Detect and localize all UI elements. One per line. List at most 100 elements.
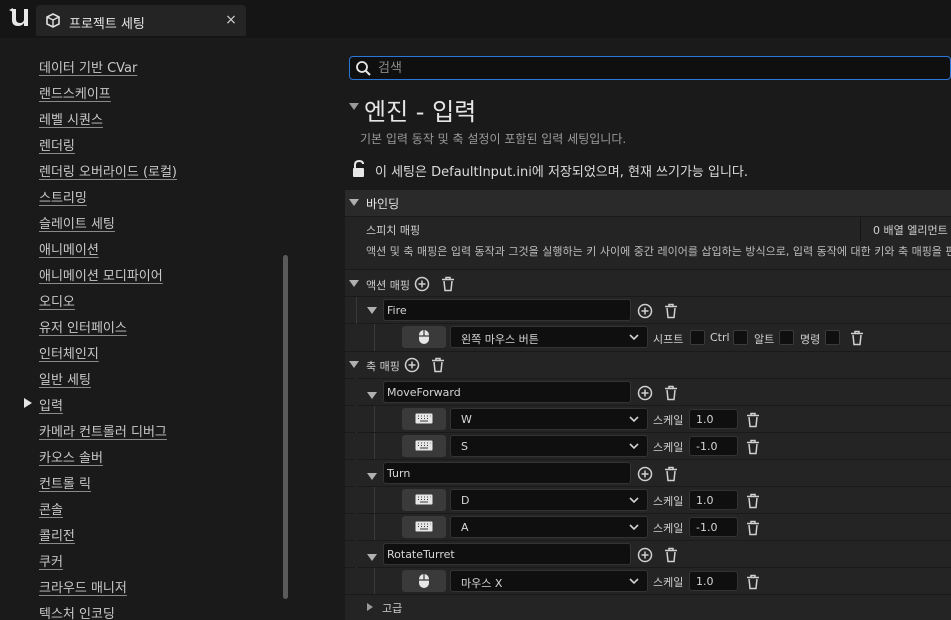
sidebar-item[interactable]: 레벨 시퀀스 [39, 109, 103, 128]
collapse-caret-icon[interactable] [367, 307, 377, 315]
key-selector-button[interactable] [402, 489, 446, 511]
key-dropdown[interactable]: S [450, 435, 648, 457]
sidebar-item[interactable]: 콘솔 [39, 499, 63, 518]
delete-icon[interactable] [745, 520, 761, 536]
key-dropdown[interactable]: W [450, 408, 648, 430]
search-box[interactable] [349, 56, 951, 80]
tree-line [374, 324, 375, 351]
key-dropdown[interactable]: 마우스 X [450, 570, 648, 592]
add-icon[interactable] [637, 385, 653, 401]
page-description: 기본 입력 동작 및 축 설정이 포함된 입력 세팅입니다. [360, 132, 627, 146]
sidebar-item[interactable]: 애니메이션 모디파이어 [39, 265, 163, 284]
sidebar-item[interactable]: 입력 [39, 395, 63, 414]
sidebar-item[interactable]: 유저 인터페이스 [39, 317, 127, 336]
delete-icon[interactable] [663, 303, 679, 319]
collapse-caret-icon[interactable] [367, 470, 377, 480]
key-selector-button[interactable] [402, 570, 446, 592]
delete-icon[interactable] [745, 493, 761, 509]
delete-icon[interactable] [440, 276, 456, 292]
delete-icon[interactable] [745, 439, 761, 455]
key-selector-button[interactable] [402, 326, 446, 348]
key-dropdown-value: D [461, 494, 470, 507]
scale-input[interactable]: 1.0 [689, 571, 738, 591]
advanced-row[interactable] [345, 595, 951, 620]
tree-line [374, 568, 375, 594]
shift-checkbox[interactable] [690, 330, 705, 345]
bindings-group-header[interactable] [345, 190, 951, 216]
scale-input[interactable]: -1.0 [689, 517, 738, 537]
delete-icon[interactable] [663, 547, 679, 563]
sidebar-item[interactable]: 카메라 컨트롤러 디버그 [39, 421, 167, 440]
delete-icon[interactable] [745, 412, 761, 428]
collapse-caret-icon[interactable] [349, 199, 359, 207]
sidebar-item[interactable]: 카오스 솔버 [39, 447, 103, 466]
add-icon[interactable] [414, 276, 430, 292]
sidebar-item[interactable]: 애니메이션 [39, 239, 99, 258]
sidebar-item[interactable]: 텍스처 인코딩 [39, 603, 115, 620]
sidebar-item[interactable]: 오디오 [39, 291, 75, 310]
collapse-caret-icon[interactable] [349, 103, 359, 111]
scale-label: 스케일 [653, 522, 684, 535]
expand-arrow-icon[interactable] [366, 602, 374, 612]
delete-icon[interactable] [745, 574, 761, 590]
chevron-down-icon [629, 416, 639, 423]
bindings-label: 바인딩 [366, 197, 400, 211]
sidebar-item[interactable]: 일반 세팅 [39, 369, 91, 388]
add-icon[interactable] [637, 547, 653, 563]
bindings-hint: 액션 및 축 매핑은 입력 동작과 그것을 실행하는 키 사이에 중간 레이어를… [366, 245, 951, 258]
delete-icon[interactable] [663, 466, 679, 482]
key-dropdown[interactable]: D [450, 489, 648, 511]
sidebar-item[interactable]: 콜리전 [39, 525, 75, 544]
collapse-caret-icon[interactable] [349, 361, 359, 369]
sidebar-item[interactable]: 컨트롤 릭 [39, 473, 91, 492]
scale-label: 스케일 [653, 576, 684, 589]
speech-mapping-value: 0 배열 엘리먼트 [873, 224, 948, 237]
add-icon[interactable] [637, 303, 653, 319]
sidebar-item[interactable]: 인터체인지 [39, 343, 99, 362]
mouse-icon [418, 573, 430, 592]
sidebar-scrollbar[interactable] [283, 255, 288, 599]
add-icon[interactable] [637, 466, 653, 482]
sidebar-item[interactable]: 랜드스케이프 [39, 83, 111, 102]
delete-icon[interactable] [663, 385, 679, 401]
sidebar-item[interactable]: 스트리밍 [39, 187, 87, 206]
search-input[interactable] [378, 59, 938, 77]
unlock-icon[interactable] [351, 160, 367, 178]
tree-line [374, 406, 375, 432]
delete-icon[interactable] [849, 330, 865, 346]
close-icon[interactable]: × [223, 11, 239, 29]
key-selector-button[interactable] [402, 435, 446, 457]
sidebar-item[interactable]: 슬레이트 세팅 [39, 213, 115, 232]
sidebar-item[interactable]: 렌더링 오버라이드 (로컬) [39, 161, 177, 180]
axis-name-field[interactable]: RotateTurret [383, 543, 631, 565]
action-name-field[interactable]: Fire [383, 299, 631, 321]
sidebar-item[interactable]: 크라우드 매니저 [39, 577, 127, 596]
sidebar-item[interactable]: 쿠커 [39, 551, 63, 570]
collapse-caret-icon[interactable] [367, 389, 377, 399]
key-dropdown[interactable]: 왼쪽 마우스 버튼 [450, 326, 648, 348]
action-mappings-label: 액션 매핑 [366, 279, 410, 292]
add-icon[interactable] [404, 357, 420, 373]
title-bar: 프로젝트 세팅 × [0, 0, 951, 38]
scale-input[interactable]: -1.0 [689, 436, 738, 456]
cmd-checkbox[interactable] [825, 330, 840, 345]
scale-label: 스케일 [653, 495, 684, 508]
scale-input[interactable]: 1.0 [689, 490, 738, 510]
axis-name-field[interactable]: MoveForward [383, 381, 631, 403]
sidebar-item[interactable]: 렌더링 [39, 135, 75, 154]
key-selector-button[interactable] [402, 408, 446, 430]
alt-checkbox[interactable] [779, 330, 794, 345]
config-note: 이 세팅은 DefaultInput.ini에 저장되었으며, 현재 쓰기가능 … [375, 165, 749, 180]
axis-name-field[interactable]: Turn [383, 462, 631, 484]
key-dropdown-value: A [461, 521, 469, 534]
ctrl-checkbox[interactable] [733, 330, 748, 345]
key-selector-button[interactable] [402, 516, 446, 538]
chevron-down-icon [629, 524, 639, 531]
delete-icon[interactable] [430, 357, 446, 373]
collapse-caret-icon[interactable] [349, 280, 359, 288]
collapse-caret-icon[interactable] [367, 551, 377, 561]
sidebar-item[interactable]: 데이터 기반 CVar [39, 57, 137, 76]
key-dropdown[interactable]: A [450, 516, 648, 538]
scale-input[interactable]: 1.0 [689, 409, 738, 429]
project-settings-tab[interactable]: 프로젝트 세팅 × [36, 5, 246, 36]
